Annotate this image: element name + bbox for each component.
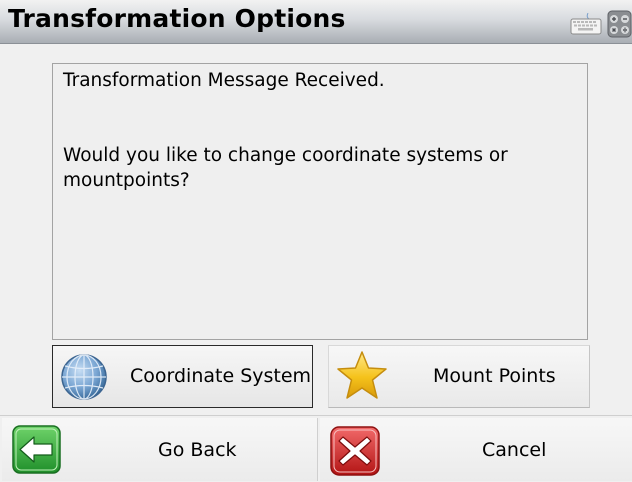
go-back-label: Go Back xyxy=(158,439,237,461)
coordinate-system-label: Coordinate System xyxy=(130,365,312,387)
close-icon xyxy=(330,426,380,476)
mount-points-button[interactable]: Mount Points xyxy=(328,345,590,408)
keyboard-icon[interactable] xyxy=(570,13,602,35)
message-line-3: mountpoints? xyxy=(63,170,190,191)
globe-icon xyxy=(61,354,107,400)
back-arrow-icon xyxy=(12,425,61,474)
message-line-1: Transformation Message Received. xyxy=(63,70,385,91)
window-title: Transformation Options xyxy=(8,4,346,33)
message-line-2: Would you like to change coordinate syst… xyxy=(63,145,508,166)
title-bar: Transformation Options xyxy=(0,0,632,44)
cancel-label: Cancel xyxy=(482,439,547,461)
calculator-icon[interactable] xyxy=(607,10,632,38)
coordinate-system-button[interactable]: Coordinate System xyxy=(52,345,313,408)
mount-points-label: Mount Points xyxy=(433,365,556,387)
go-back-button[interactable]: Go Back xyxy=(2,418,318,481)
star-icon xyxy=(337,351,387,399)
cancel-button[interactable]: Cancel xyxy=(320,418,632,481)
message-panel: Transformation Message Received. Would y… xyxy=(52,63,588,340)
